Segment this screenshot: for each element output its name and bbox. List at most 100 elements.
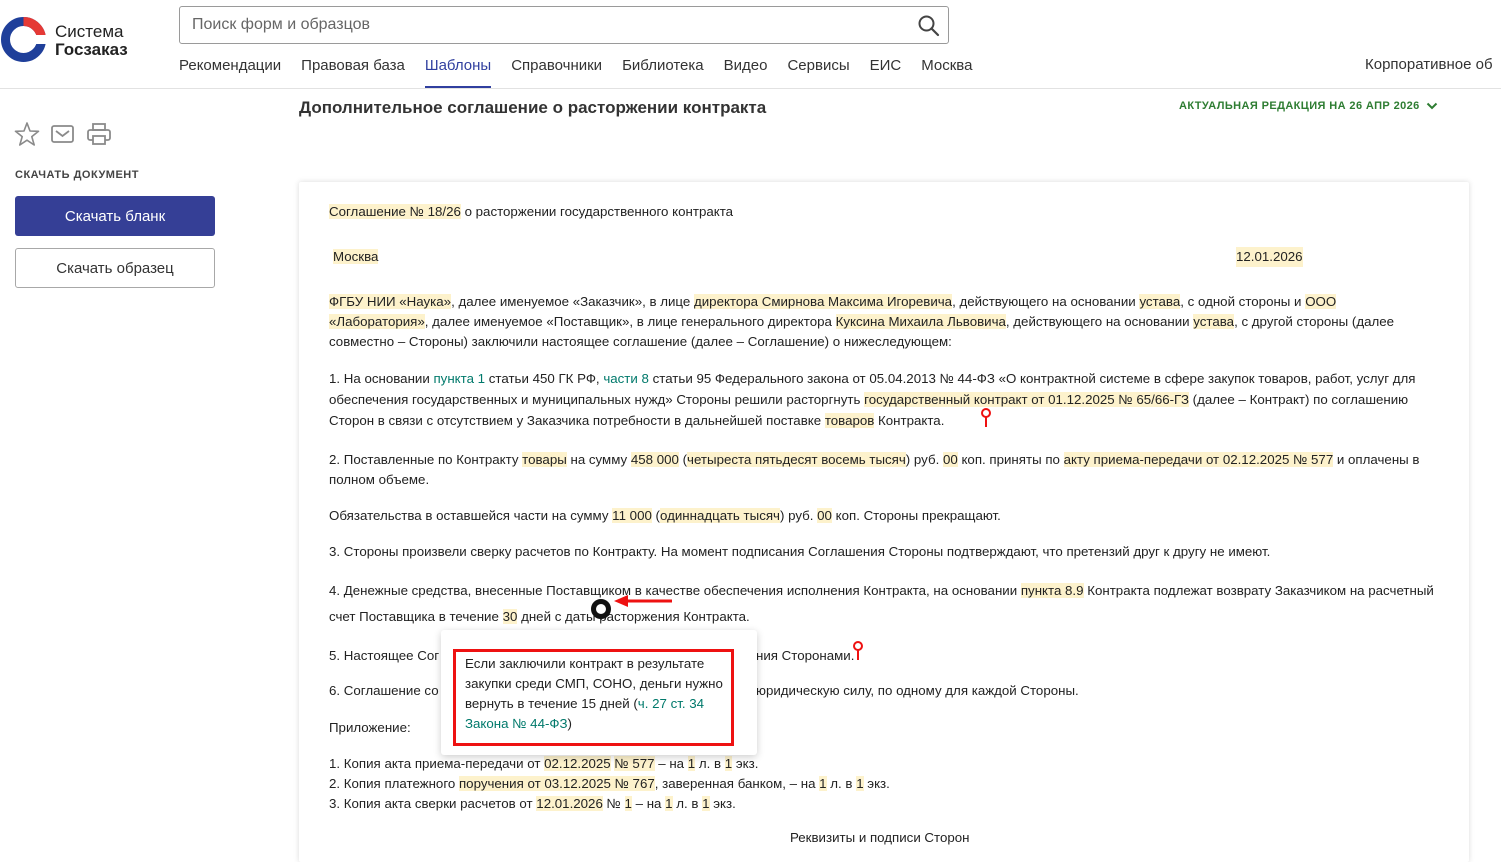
location-pin-icon[interactable] bbox=[980, 408, 992, 428]
paragraph-2: 2. Поставленные по Контракту товары на с… bbox=[329, 450, 1439, 490]
paragraph-parties: ФГБУ НИИ «Наука», далее именуемое «Заказ… bbox=[329, 292, 1439, 352]
text-segment: № bbox=[602, 796, 625, 811]
main-nav: Рекомендации Правовая база Шаблоны Справ… bbox=[179, 56, 992, 88]
agreement-heading: Соглашение № 18/26 о расторжении государ… bbox=[329, 202, 1439, 222]
header-divider bbox=[0, 88, 1501, 89]
mail-icon[interactable] bbox=[50, 121, 76, 147]
contract-reference[interactable]: государственный контракт от 01.12.2025 №… bbox=[864, 392, 1189, 407]
text-segment: , далее именуемое «Поставщик», в лице ге… bbox=[424, 314, 836, 329]
paragraph-obligations: Обязательства в оставшейся части на сумм… bbox=[329, 506, 1439, 526]
delivered-sum-words[interactable]: четыреста пятьдесят восемь тысяч bbox=[687, 452, 906, 467]
nav-item-library[interactable]: Библиотека bbox=[622, 56, 704, 88]
nav-item-legal-base[interactable]: Правовая база bbox=[301, 56, 405, 88]
download-sample-button[interactable]: Скачать образец bbox=[15, 248, 215, 288]
text-segment: , заверенная банком, – на bbox=[654, 776, 820, 791]
remaining-sum-words[interactable]: одиннадцать тысяч bbox=[659, 508, 780, 523]
text-segment: экз. bbox=[863, 776, 890, 791]
supplier-representative[interactable]: Куксина Михаила Львовича bbox=[835, 314, 1006, 329]
law-link-part-8[interactable]: части 8 bbox=[603, 371, 649, 386]
location-pin-icon[interactable] bbox=[852, 641, 864, 661]
customer-name[interactable]: ФГБУ НИИ «Наука» bbox=[329, 294, 452, 309]
edition-selector[interactable]: АКТУАЛЬНАЯ РЕДАКЦИЯ НА 26 АПР 2026 bbox=[1179, 100, 1438, 112]
text-segment: ( bbox=[651, 508, 660, 523]
text-segment: ) руб. bbox=[905, 452, 943, 467]
logo-icon[interactable] bbox=[0, 16, 47, 63]
paragraph-3: 3. Стороны произвели сверку расчетов по … bbox=[329, 544, 1271, 559]
download-blank-button[interactable]: Скачать бланк bbox=[15, 196, 215, 236]
pages-count[interactable]: 1 bbox=[665, 796, 673, 811]
text-segment: , действующего на основании bbox=[1005, 314, 1194, 329]
print-icon[interactable] bbox=[86, 121, 112, 147]
agreement-heading-text: о расторжении государственного контракта bbox=[460, 204, 734, 219]
reconciliation-date[interactable]: 12.01.2026 bbox=[536, 796, 603, 811]
delivered-sum[interactable]: 458 000 bbox=[630, 452, 679, 467]
appendix-item-2: 2. Копия платежного поручения от 03.12.2… bbox=[329, 774, 1439, 794]
nav-item-recommendations[interactable]: Рекомендации bbox=[179, 56, 281, 88]
text-segment: на сумму bbox=[566, 452, 631, 467]
pages-count[interactable]: 1 bbox=[819, 776, 827, 791]
remaining-kopecks[interactable]: 00 bbox=[817, 508, 832, 523]
nav-item-corporate[interactable]: Корпоративное об bbox=[1365, 56, 1493, 73]
reconciliation-number[interactable]: 1 bbox=[624, 796, 632, 811]
logo-text-line2: Госзаказ bbox=[55, 40, 128, 59]
nav-item-eis[interactable]: ЕИС bbox=[870, 56, 902, 88]
logo-text-line1: Система bbox=[55, 22, 124, 41]
remaining-sum[interactable]: 11 000 bbox=[612, 508, 652, 523]
text-segment: Контракта. bbox=[874, 413, 945, 428]
contract-clause-reference[interactable]: пункта 8.9 bbox=[1020, 583, 1084, 598]
paragraph-4: 4. Денежные средства, внесенные Поставщи… bbox=[329, 578, 1439, 630]
document-paper: Соглашение № 18/26 о расторжении государ… bbox=[299, 182, 1469, 862]
text-segment: дней с даты расторжения Контракта. bbox=[517, 609, 750, 624]
appendix-item-1: 1. Копия акта приема-передачи от 02.12.2… bbox=[329, 754, 1439, 774]
text-segment: 2. Поставленные по Контракту bbox=[329, 452, 523, 467]
nav-item-video[interactable]: Видео bbox=[724, 56, 768, 88]
nav-item-services[interactable]: Сервисы bbox=[787, 56, 849, 88]
agreement-date[interactable]: 12.01.2026 bbox=[1236, 247, 1303, 267]
text-segment: л. в bbox=[672, 796, 703, 811]
supplier-basis[interactable]: устава bbox=[1193, 314, 1235, 329]
customer-representative[interactable]: директора Смирнова Максима Игоревича bbox=[693, 294, 953, 309]
goods-field[interactable]: товаров bbox=[824, 413, 875, 428]
goods-field[interactable]: товары bbox=[522, 452, 567, 467]
text-segment: , с одной стороны и bbox=[1180, 294, 1306, 309]
return-days-field[interactable]: 30 bbox=[502, 609, 518, 624]
tooltip-close-paren: ) bbox=[567, 716, 572, 731]
acceptance-act[interactable]: акту приема-передачи от 02.12.2025 № 577 bbox=[1063, 452, 1334, 467]
nav-item-templates[interactable]: Шаблоны bbox=[424, 56, 492, 88]
act-number[interactable]: № 577 bbox=[614, 756, 655, 771]
chevron-down-icon bbox=[1426, 102, 1437, 110]
text-segment: , далее именуемое «Заказчик», в лице bbox=[451, 294, 694, 309]
nav-item-moscow[interactable]: Москва bbox=[921, 56, 972, 88]
text-segment: статьи 450 ГК РФ, bbox=[485, 371, 604, 386]
delivered-kopecks[interactable]: 00 bbox=[942, 452, 958, 467]
law-link-clause-1[interactable]: пункта 1 bbox=[433, 371, 485, 386]
paragraph-1: 1. На основании пункта 1 статьи 450 ГК Р… bbox=[329, 368, 1439, 431]
text-segment: 4. Денежные средства, внесенные Поставщи… bbox=[329, 583, 1021, 598]
copies-count[interactable]: 1 bbox=[856, 776, 864, 791]
agreement-city[interactable]: Москва bbox=[333, 249, 379, 264]
tooltip-text: Если заключили контракт в результате зак… bbox=[465, 654, 735, 734]
agreement-number[interactable]: Соглашение № 18/26 bbox=[329, 204, 461, 219]
text-segment: , действующего на основании bbox=[952, 294, 1140, 309]
arrow-left-icon bbox=[614, 595, 672, 607]
search-input[interactable] bbox=[180, 7, 900, 43]
customer-basis[interactable]: устава bbox=[1139, 294, 1181, 309]
nav-item-references[interactable]: Справочники bbox=[511, 56, 602, 88]
place-date-line: Москва 12.01.2026 bbox=[329, 247, 1439, 267]
text-segment: 5. Настоящее Сог bbox=[329, 648, 440, 663]
search-icon[interactable] bbox=[916, 13, 942, 39]
text-segment: ) руб. bbox=[779, 508, 818, 523]
text-segment: 2. Копия платежного bbox=[329, 776, 459, 791]
text-segment: коп. Стороны прекращают. bbox=[831, 508, 1001, 523]
text-segment: юридическую силу, по одному для каждой С… bbox=[756, 683, 1079, 698]
text-segment: 6. Соглашение со bbox=[329, 683, 439, 698]
star-icon[interactable] bbox=[14, 121, 40, 147]
act-date[interactable]: 02.12.2025 bbox=[544, 756, 611, 771]
text-segment: 1. На основании bbox=[329, 371, 434, 386]
payment-order[interactable]: поручения от 03.12.2025 № 767 bbox=[458, 776, 655, 791]
cursor-marker bbox=[591, 599, 611, 619]
copies-count[interactable]: 1 bbox=[702, 796, 710, 811]
download-section-label: СКАЧАТЬ ДОКУМЕНТ bbox=[15, 169, 139, 181]
appendix-item-3: 3. Копия акта сверки расчетов от 12.01.2… bbox=[329, 794, 1439, 814]
text-segment: ( bbox=[678, 452, 688, 467]
